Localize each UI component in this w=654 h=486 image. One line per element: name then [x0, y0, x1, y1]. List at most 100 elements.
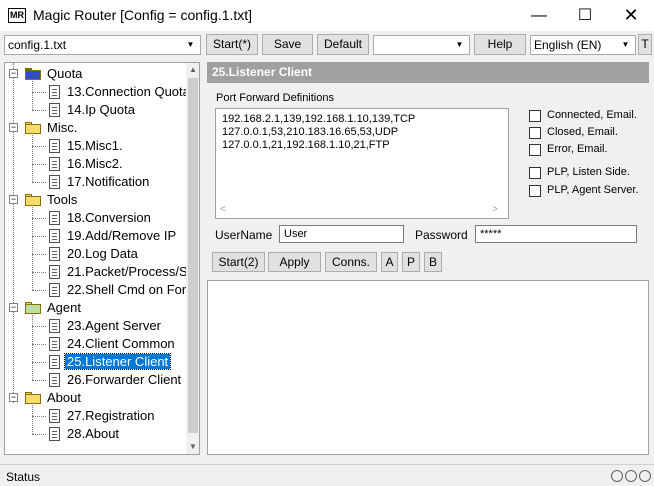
config-select[interactable]: config.1.txt ▼ [4, 35, 201, 55]
help-label: Help [487, 37, 513, 51]
save-label: Save [273, 37, 302, 51]
a-label: A [385, 255, 394, 269]
tree-connector [32, 79, 33, 110]
checkbox-box[interactable] [529, 167, 541, 179]
extra-select[interactable]: ▼ [373, 35, 470, 55]
scroll-right-icon[interactable]: > [492, 204, 498, 215]
scroll-left-icon[interactable]: < [220, 204, 226, 215]
scroll-up-icon[interactable]: ▲ [186, 63, 199, 77]
collapse-icon[interactable]: − [9, 393, 18, 402]
language-select[interactable]: English (EN) ▼ [530, 35, 636, 55]
tree-group-label: About [47, 390, 81, 405]
panel-header: 25.Listener Client [207, 62, 649, 83]
b-button[interactable]: B [424, 252, 442, 272]
tree-connector [32, 344, 46, 345]
status-led-icon [611, 470, 623, 482]
config-select-value: config.1.txt [8, 38, 67, 52]
port-forward-definitions-textarea[interactable]: 192.168.2.1,139,192.168.1.10,139,TCP 127… [215, 108, 509, 219]
app-icon: MR [8, 8, 26, 23]
status-bar: Status [0, 464, 654, 486]
tree-connector [32, 236, 46, 237]
default-button[interactable]: Default [317, 34, 369, 55]
document-icon [49, 265, 60, 279]
tree-group-label: Agent [47, 300, 81, 315]
horizontal-scrollbar[interactable]: < > [216, 204, 508, 218]
port-forward-line: 127.0.0.1,53,210.183.16.65,53,UDP [222, 126, 399, 138]
checkbox-label: Connected, Email. [547, 109, 637, 121]
tree-item-label: 23.Agent Server [67, 318, 161, 333]
minimize-button[interactable]: — [516, 0, 562, 31]
tree-item-label: 14.Ip Quota [67, 102, 135, 117]
tree-item-label: 18.Conversion [67, 210, 151, 225]
connections-label: Conns. [331, 255, 371, 269]
tree-connector [32, 254, 46, 255]
checkbox-box[interactable] [529, 144, 541, 156]
checkbox-label: PLP, Agent Server. [547, 184, 639, 196]
start-all-button[interactable]: Start(*) [206, 34, 258, 55]
tree-connector [32, 434, 46, 435]
tree-item-label: 28.About [67, 426, 120, 441]
tree-item-label: 20.Log Data [67, 246, 138, 261]
save-button[interactable]: Save [262, 34, 313, 55]
password-input[interactable]: ***** [475, 225, 637, 243]
start-button[interactable]: Start(2) [212, 252, 265, 272]
tree-item-label: 16.Misc2. [67, 156, 123, 171]
document-icon [49, 427, 60, 441]
help-button[interactable]: Help [474, 34, 526, 55]
tree-connector [32, 362, 46, 363]
checkbox-box[interactable] [529, 185, 541, 197]
tree-item-label: 24.Client Common [67, 336, 175, 351]
maximize-button[interactable]: ☐ [562, 0, 608, 31]
tree-connector [32, 218, 46, 219]
checkbox-label: Closed, Email. [547, 126, 618, 138]
tree-item-label: 21.Packet/Process/S [67, 264, 188, 279]
scroll-down-icon[interactable]: ▼ [186, 440, 199, 454]
output-log[interactable] [207, 280, 649, 455]
checkbox-box[interactable] [529, 110, 541, 122]
document-icon [49, 355, 60, 369]
username-label: UserName [215, 228, 273, 242]
tree-connector [32, 92, 46, 93]
tree-connector [32, 290, 46, 291]
apply-label: Apply [279, 255, 310, 269]
chevron-down-icon: ▼ [455, 40, 464, 49]
p-label: P [406, 255, 415, 269]
tree-connector [32, 205, 33, 290]
scrollbar-thumb[interactable] [188, 78, 198, 433]
tree-connector [32, 326, 46, 327]
tree-item-label: 25.Listener Client [63, 353, 172, 370]
chevron-down-icon: ▼ [186, 40, 195, 49]
collapse-icon[interactable]: − [9, 195, 18, 204]
navigation-tree[interactable]: − Quota 13.Connection Quota 14.Ip Quota − Mis… [4, 62, 200, 455]
collapse-icon[interactable]: − [9, 303, 18, 312]
tree-connector [32, 380, 46, 381]
apply-button[interactable]: Apply [268, 252, 321, 272]
tree-connector [32, 416, 46, 417]
document-icon [49, 85, 60, 99]
collapse-icon[interactable]: − [9, 69, 18, 78]
status-led-icon [639, 470, 651, 482]
collapse-icon[interactable]: − [9, 123, 18, 132]
connections-button[interactable]: Conns. [325, 252, 377, 272]
username-input[interactable]: User [279, 225, 404, 243]
a-button[interactable]: A [381, 252, 398, 272]
password-label: Password [415, 228, 468, 242]
port-forward-line: 127.0.0.1,21,192.168.1.10,21,FTP [222, 139, 390, 151]
document-icon [49, 211, 60, 225]
tree-scrollbar[interactable]: ▲ ▼ [186, 63, 199, 454]
close-button[interactable]: ✕ [608, 0, 654, 31]
t-button[interactable]: T [638, 34, 652, 55]
folder-icon [25, 122, 41, 134]
folder-icon [25, 194, 41, 206]
document-icon [49, 319, 60, 333]
start-all-label: Start(*) [212, 37, 251, 51]
checkbox-label: PLP, Listen Side. [547, 166, 630, 178]
p-button[interactable]: P [402, 252, 420, 272]
document-icon [49, 247, 60, 261]
checkbox-label: Error, Email. [547, 143, 608, 155]
tree-item-label: 19.Add/Remove IP [67, 228, 177, 243]
tree-item-label: 17.Notification [67, 174, 150, 189]
document-icon [49, 103, 60, 117]
checkbox-box[interactable] [529, 127, 541, 139]
tree-item-label: 22.Shell Cmd on For [67, 282, 187, 297]
